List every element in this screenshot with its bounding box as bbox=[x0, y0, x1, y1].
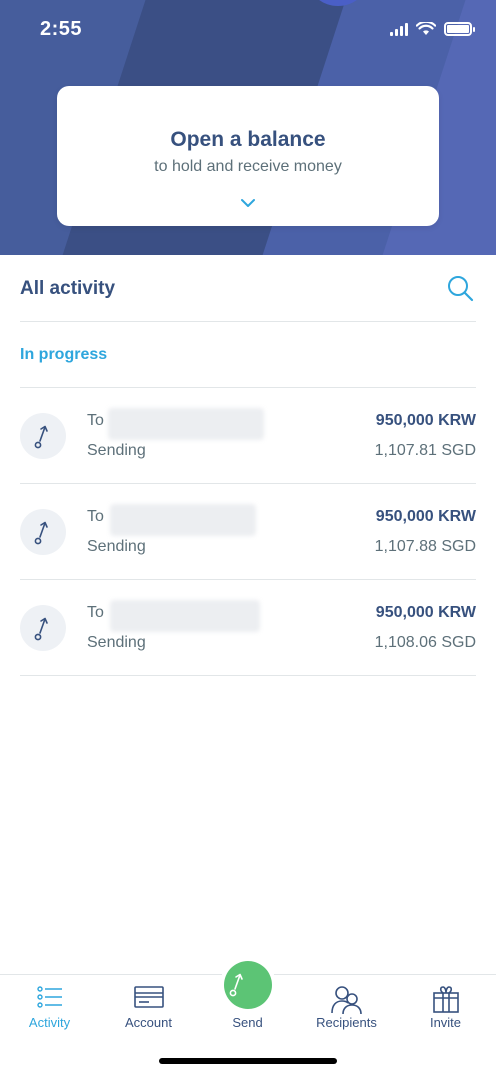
transaction-row[interactable]: To Sending 950,000 KRW 1,108.06 SGD bbox=[20, 580, 476, 676]
activity-header: All activity bbox=[20, 270, 476, 322]
people-icon bbox=[330, 986, 362, 1015]
transaction-row[interactable]: To Sending 950,000 KRW 1,107.81 SGD bbox=[20, 388, 476, 484]
transaction-status: Sending bbox=[87, 538, 146, 555]
recipient-prefix: To bbox=[87, 604, 104, 621]
open-balance-card[interactable]: Open a balance to hold and receive money bbox=[57, 86, 439, 226]
recipient-name-redacted bbox=[110, 504, 256, 536]
send-arrow-icon bbox=[20, 605, 66, 651]
tab-label: Recipients bbox=[316, 1015, 377, 1030]
tab-activity[interactable]: Activity bbox=[0, 975, 99, 1035]
balance-card-title: Open a balance bbox=[170, 128, 326, 151]
transaction-status: Sending bbox=[87, 634, 146, 651]
section-in-progress: In progress bbox=[20, 346, 108, 363]
status-time: 2:55 bbox=[40, 18, 83, 40]
send-arrow-icon bbox=[20, 413, 66, 459]
transaction-source-amount: 1,107.81 SGD bbox=[374, 442, 476, 459]
recipient-name-redacted bbox=[110, 600, 260, 632]
tab-label: Account bbox=[125, 1015, 172, 1030]
gift-icon bbox=[432, 986, 459, 1013]
balance-card-subtitle: to hold and receive money bbox=[154, 158, 342, 175]
transaction-amount: 950,000 KRW bbox=[375, 412, 476, 429]
transaction-amount: 950,000 KRW bbox=[375, 508, 476, 525]
tab-label: Send bbox=[232, 1015, 263, 1030]
battery-icon bbox=[444, 22, 475, 36]
transaction-amount: 950,000 KRW bbox=[375, 604, 476, 621]
wifi-icon bbox=[416, 22, 436, 35]
tab-label: Activity bbox=[28, 1015, 71, 1030]
card-icon bbox=[133, 986, 164, 1008]
recipient-name-redacted bbox=[108, 408, 264, 440]
tab-send[interactable]: Send bbox=[198, 961, 297, 1035]
transaction-status: Sending bbox=[87, 442, 146, 459]
chevron-down-icon[interactable] bbox=[240, 198, 256, 208]
recipient-prefix: To bbox=[87, 412, 104, 429]
signal-icon bbox=[390, 22, 408, 36]
send-button[interactable] bbox=[224, 961, 272, 1009]
search-icon[interactable] bbox=[446, 274, 474, 302]
tab-recipients[interactable]: Recipients bbox=[297, 975, 396, 1035]
send-arrow-icon bbox=[20, 509, 66, 555]
page-title: All activity bbox=[20, 278, 116, 299]
tab-account[interactable]: Account bbox=[99, 975, 198, 1035]
transaction-source-amount: 1,108.06 SGD bbox=[374, 634, 476, 651]
status-bar: 2:55 bbox=[0, 0, 496, 60]
list-icon bbox=[36, 986, 62, 1008]
recipient-prefix: To bbox=[87, 508, 104, 525]
send-arrow-icon bbox=[229, 973, 243, 997]
home-indicator bbox=[159, 1058, 337, 1064]
tab-invite[interactable]: Invite bbox=[396, 975, 495, 1035]
transaction-source-amount: 1,107.88 SGD bbox=[374, 538, 476, 555]
transaction-row[interactable]: To Sending 950,000 KRW 1,107.88 SGD bbox=[20, 484, 476, 580]
tab-label: Invite bbox=[429, 1015, 462, 1030]
